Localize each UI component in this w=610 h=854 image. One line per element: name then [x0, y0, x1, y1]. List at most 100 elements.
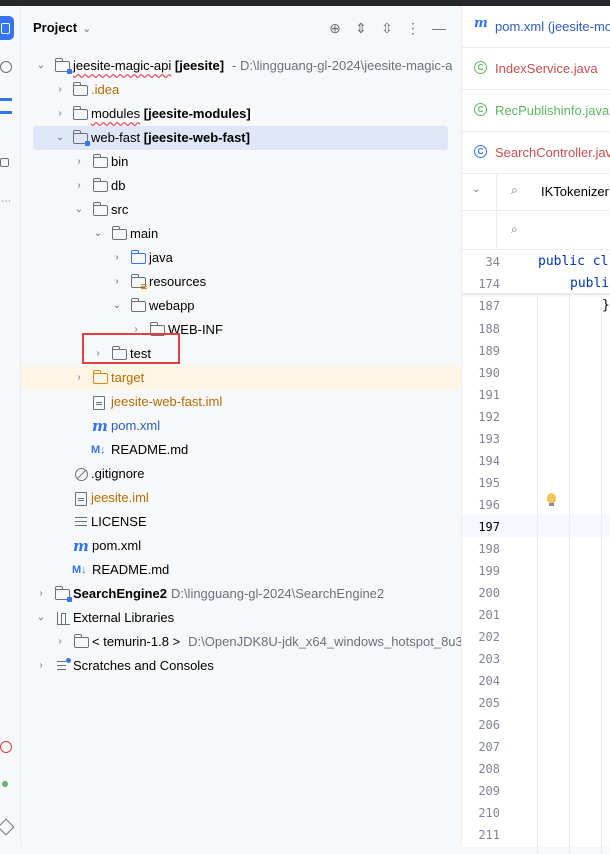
- tree-row-readme-root[interactable]: M↓ README.md: [21, 558, 461, 582]
- structure-tool-icon[interactable]: [0, 98, 12, 114]
- line-number: 189: [478, 344, 500, 358]
- tree-row-scratches[interactable]: › Scratches and Consoles: [21, 654, 461, 678]
- lightbulb-icon[interactable]: [547, 493, 556, 506]
- chevron-right-icon[interactable]: ›: [73, 174, 85, 198]
- tree-row-db[interactable]: › db: [21, 174, 461, 198]
- chevron-down-icon[interactable]: ⌄: [82, 22, 91, 35]
- module-name: [jeesite]: [174, 58, 225, 73]
- chevron-right-icon[interactable]: ›: [73, 366, 85, 390]
- annotation-highlight-box: [82, 333, 180, 364]
- tree-row-license[interactable]: LICENSE: [21, 510, 461, 534]
- tree-label: README.md: [92, 562, 170, 577]
- search-icon: ⌕: [511, 222, 518, 236]
- indent-guide: [537, 294, 538, 854]
- tree-row-searchengine2[interactable]: › SearchEngine2 D:\lingguang-gl-2024\Sear…: [21, 582, 461, 606]
- class-icon: C: [474, 145, 487, 158]
- tree-row-idea[interactable]: › .idea: [21, 78, 461, 102]
- chevron-down-icon[interactable]: ⌄: [35, 54, 47, 78]
- maven-icon: m: [92, 417, 108, 435]
- excluded-folder-icon: [93, 370, 108, 384]
- tree-row-temurin[interactable]: › < temurin-1.8 > D:\OpenJDK8U-jdk_x64_wi…: [21, 630, 470, 654]
- target-icon[interactable]: ⊕: [327, 20, 343, 36]
- tree-row-external-libraries[interactable]: ⌄ External Libraries: [21, 606, 461, 630]
- editor-tab-searchcontroller[interactable]: C SearchController.java: [462, 132, 610, 174]
- tree-label: .gitignore: [91, 466, 145, 481]
- tree-row-java[interactable]: › java: [21, 246, 461, 270]
- project-tool-icon[interactable]: [0, 16, 14, 40]
- line-number: 195: [478, 476, 500, 490]
- tree-row-pom-xml[interactable]: m pom.xml: [21, 414, 461, 438]
- chevron-right-icon[interactable]: ›: [35, 654, 47, 678]
- chevron-right-icon[interactable]: ›: [35, 582, 47, 606]
- panel-title[interactable]: Project ⌄: [33, 20, 91, 35]
- editor-tab-recpublishinfo[interactable]: C RecPublishinfo.java: [462, 90, 610, 132]
- tree-row-readme[interactable]: M↓ README.md: [21, 438, 461, 462]
- tree-label: resources: [149, 274, 207, 289]
- options-icon[interactable]: ⋮: [405, 20, 421, 36]
- tree-row-pom-xml-root[interactable]: m pom.xml: [21, 534, 461, 558]
- folder-icon: [131, 298, 146, 312]
- collapse-all-icon[interactable]: ⇳: [379, 20, 395, 36]
- expand-collapse-icon[interactable]: ⇕: [353, 20, 369, 36]
- sticky-code-line[interactable]: publi: [570, 276, 609, 291]
- minimize-icon[interactable]: —: [431, 20, 447, 36]
- line-number: 211: [478, 828, 500, 842]
- tree-label: db: [111, 178, 126, 193]
- sticky-code-line[interactable]: }: [602, 298, 610, 313]
- chevron-right-icon[interactable]: ›: [111, 246, 123, 270]
- tree-row-main[interactable]: ⌄ main: [21, 222, 461, 246]
- tab-label: RecPublishinfo.java: [495, 103, 610, 118]
- module-name: [jeesite-web-fast]: [143, 130, 250, 145]
- line-number: 209: [478, 784, 500, 798]
- sticky-line-number: 187: [478, 299, 500, 313]
- tree-row-webapp[interactable]: ⌄ webapp: [21, 294, 461, 318]
- tree-row-jeesite-iml[interactable]: jeesite.iml: [21, 486, 461, 510]
- chevron-right-icon[interactable]: ›: [54, 102, 66, 126]
- tree-row-resources[interactable]: › resources: [21, 270, 461, 294]
- sticky-line-number: 174: [478, 277, 500, 291]
- editor-tab-indexservice[interactable]: C IndexService.java: [462, 48, 610, 90]
- tree-row-gitignore[interactable]: .gitignore: [21, 462, 461, 486]
- chevron-down-icon[interactable]: ⌄: [472, 184, 480, 195]
- line-number: 196: [478, 498, 500, 512]
- editor-tab-pom-xml[interactable]: m pom.xml (jeesite-mo: [462, 6, 610, 48]
- tool-window-strip: ⋯: [0, 6, 21, 846]
- tree-row-modules[interactable]: › modules [jeesite-modules]: [21, 102, 461, 126]
- tree-row-jeesite-magic-api[interactable]: ⌄ jeesite-magic-api [jeesite] - D:\linggu…: [21, 54, 461, 78]
- tree-label: modules [jeesite-modules]: [91, 102, 251, 126]
- tree-row-jeesite-web-fast-iml[interactable]: jeesite-web-fast.iml: [21, 390, 461, 414]
- chevron-right-icon[interactable]: ›: [54, 630, 66, 654]
- chevron-down-icon[interactable]: ⌄: [111, 294, 123, 318]
- tree-label: LICENSE: [91, 514, 147, 529]
- chevron-down-icon[interactable]: ⌄: [92, 222, 104, 246]
- git-tool-icon[interactable]: [0, 818, 15, 836]
- class-icon: C: [474, 61, 487, 74]
- tree-label: < temurin-1.8 > D:\OpenJDK8U-jdk_x64_wind…: [92, 630, 470, 654]
- tree-row-web-fast[interactable]: ⌄ web-fast [jeesite-web-fast]: [33, 126, 448, 150]
- chevron-down-icon[interactable]: ⌄: [35, 606, 47, 630]
- problems-tool-icon[interactable]: [0, 741, 12, 753]
- tree-row-target[interactable]: › target: [21, 366, 461, 390]
- more-tools-icon[interactable]: ⋯: [1, 196, 11, 207]
- tree-row-src[interactable]: ⌄ src: [21, 198, 461, 222]
- search-input[interactable]: IKTokenizer: [541, 184, 609, 199]
- tree-label-text: < temurin-1.8 >: [92, 634, 181, 649]
- chevron-right-icon[interactable]: ›: [111, 270, 123, 294]
- editor-area: m pom.xml (jeesite-mo C IndexService.jav…: [461, 6, 610, 854]
- tree-row-bin[interactable]: › bin: [21, 150, 461, 174]
- chevron-right-icon[interactable]: ›: [73, 150, 85, 174]
- chevron-down-icon[interactable]: ⌄: [54, 126, 66, 150]
- line-number: 207: [478, 740, 500, 754]
- bookmarks-tool-icon[interactable]: [0, 158, 9, 167]
- chevron-right-icon[interactable]: ›: [54, 78, 66, 102]
- services-tool-icon[interactable]: [2, 781, 8, 787]
- replace-bar: ⌕: [462, 211, 610, 250]
- tree-label: main: [130, 226, 159, 241]
- line-number: 197: [478, 520, 500, 534]
- tree-label: jeesite-web-fast.iml: [111, 394, 223, 409]
- sticky-code-line[interactable]: public cl: [538, 254, 608, 269]
- text-file-icon: [75, 515, 87, 527]
- chevron-down-icon[interactable]: ⌄: [73, 198, 85, 222]
- commit-tool-icon[interactable]: [0, 61, 12, 73]
- folder-icon: [93, 202, 108, 216]
